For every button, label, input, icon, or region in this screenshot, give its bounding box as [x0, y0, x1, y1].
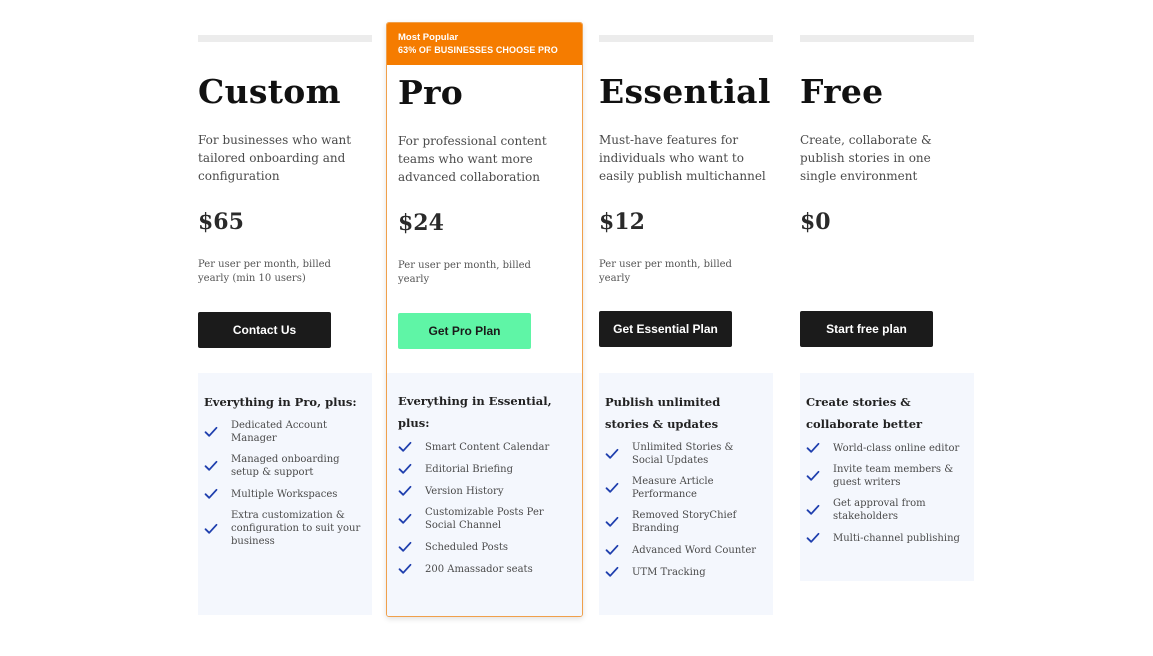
check-icon — [806, 531, 820, 545]
check-icon — [204, 425, 218, 439]
check-icon — [398, 540, 412, 554]
start-free-plan-button[interactable]: Start free plan — [800, 311, 933, 347]
plan-billing-note: Per user per month, billed yearly (min 1… — [198, 259, 331, 284]
contact-us-button[interactable]: Contact Us — [198, 312, 331, 348]
feature-item: Dedicated Account Manager — [204, 419, 366, 445]
most-popular-banner: Most Popular 63% OF BUSINESSES CHOOSE PR… — [387, 23, 582, 65]
feature-text: Get approval from stakeholders — [833, 498, 926, 522]
feature-text: Invite team members & guest writers — [833, 464, 954, 488]
feature-text: UTM Tracking — [632, 566, 706, 578]
feature-item: Scheduled Posts — [398, 540, 566, 554]
plan-name: Custom — [198, 72, 341, 111]
plan-name: Free — [800, 72, 884, 111]
feature-text: Managed onboarding setup & support — [231, 454, 340, 478]
check-icon — [204, 487, 218, 501]
banner-title: Most Popular — [398, 32, 459, 43]
feature-item: Managed onboarding setup & support — [204, 453, 366, 479]
feature-item: Invite team members & guest writers — [806, 463, 968, 489]
plan-top-divider — [599, 35, 773, 42]
plan-top-divider — [800, 35, 974, 42]
plan-billing-note: Per user per month, billed yearly — [599, 259, 732, 284]
check-icon — [806, 503, 820, 517]
feature-text: Version History — [425, 485, 504, 497]
get-essential-plan-button[interactable]: Get Essential Plan — [599, 311, 732, 347]
feature-text: Extra customization & configuration to s… — [231, 510, 361, 547]
feature-list-heading: Everything in Pro, plus: — [204, 395, 357, 409]
feature-list-heading: Everything in Essential, plus: — [398, 394, 552, 430]
feature-text: 200 Amassador seats — [425, 563, 533, 575]
feature-list-heading: Create stories & collaborate better — [806, 395, 923, 431]
check-icon — [605, 565, 619, 579]
plan-name: Pro — [398, 73, 464, 112]
check-icon — [398, 562, 412, 576]
plan-price: $65 — [198, 209, 244, 235]
check-icon — [398, 484, 412, 498]
plan-price: $0 — [800, 209, 831, 235]
plan-name: Essential — [599, 72, 771, 111]
check-icon — [806, 441, 820, 455]
banner-subtitle: 63% OF BUSINESSES CHOOSE PRO — [398, 45, 558, 55]
check-icon — [204, 459, 218, 473]
feature-item: Version History — [398, 484, 566, 498]
check-icon — [398, 462, 412, 476]
feature-text: Removed StoryChief Branding — [632, 510, 737, 534]
get-pro-plan-button[interactable]: Get Pro Plan — [398, 313, 531, 349]
feature-text: Multiple Workspaces — [231, 488, 338, 500]
feature-item: Advanced Word Counter — [605, 543, 767, 557]
feature-text: Unlimited Stories & Social Updates — [632, 442, 734, 466]
check-icon — [806, 469, 820, 483]
plan-top-divider — [198, 35, 372, 42]
feature-text: Smart Content Calendar — [425, 441, 550, 453]
check-icon — [605, 543, 619, 557]
plan-price: $12 — [599, 209, 645, 235]
feature-text: Customizable Posts Per Social Channel — [425, 507, 544, 531]
plan-description: Create, collaborate & publish stories in… — [800, 133, 932, 183]
feature-item: Unlimited Stories & Social Updates — [605, 441, 767, 467]
feature-item: Measure Article Performance — [605, 475, 767, 501]
feature-text: Measure Article Performance — [632, 476, 714, 500]
feature-item: Extra customization & configuration to s… — [204, 509, 366, 548]
check-icon — [398, 512, 412, 526]
check-icon — [605, 481, 619, 495]
plan-billing-note: Per user per month, billed yearly — [398, 260, 531, 285]
feature-item: Editorial Briefing — [398, 462, 566, 476]
feature-text: Advanced Word Counter — [632, 544, 757, 556]
check-icon — [605, 447, 619, 461]
feature-item: World-class online editor — [806, 441, 968, 455]
plan-description: For professional content teams who want … — [398, 134, 547, 184]
feature-item: UTM Tracking — [605, 565, 767, 579]
feature-text: Editorial Briefing — [425, 463, 514, 475]
check-icon — [204, 522, 218, 536]
feature-list-heading: Publish unlimited stories & updates — [605, 395, 721, 431]
feature-item: 200 Amassador seats — [398, 562, 566, 576]
feature-item: Smart Content Calendar — [398, 440, 566, 454]
feature-list: Publish unlimited stories & updates Unli… — [599, 373, 773, 615]
feature-list: Everything in Pro, plus: Dedicated Accou… — [198, 373, 372, 615]
plan-description: Must-have features for individuals who w… — [599, 133, 766, 183]
feature-list: Create stories & collaborate better Worl… — [800, 373, 974, 581]
plan-description: For businesses who want tailored onboard… — [198, 133, 352, 183]
plan-card-pro: Most Popular 63% OF BUSINESSES CHOOSE PR… — [386, 22, 583, 617]
feature-text: Scheduled Posts — [425, 541, 508, 553]
check-icon — [605, 515, 619, 529]
feature-item: Removed StoryChief Branding — [605, 509, 767, 535]
feature-text: World-class online editor — [833, 442, 960, 454]
feature-item: Get approval from stakeholders — [806, 497, 968, 523]
feature-item: Customizable Posts Per Social Channel — [398, 506, 566, 532]
feature-list: Everything in Essential, plus: Smart Con… — [398, 374, 572, 594]
feature-text: Multi-channel publishing — [833, 532, 960, 544]
feature-item: Multi-channel publishing — [806, 531, 968, 545]
check-icon — [398, 440, 412, 454]
feature-item: Multiple Workspaces — [204, 487, 366, 501]
plan-price: $24 — [398, 210, 444, 236]
feature-text: Dedicated Account Manager — [231, 420, 327, 444]
